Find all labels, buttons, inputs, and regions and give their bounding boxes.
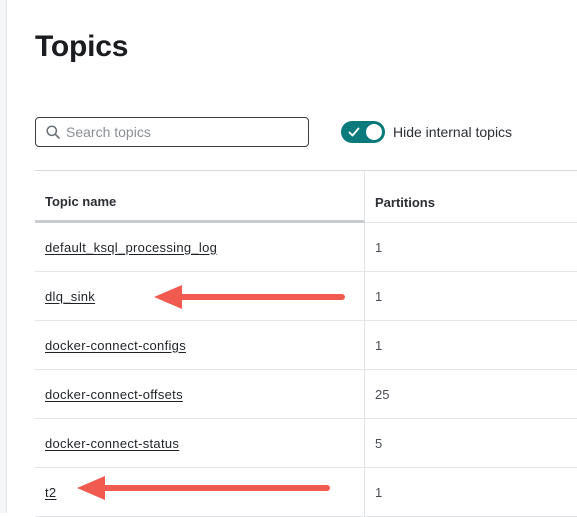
table-row: default_ksql_processing_log 1 (35, 223, 577, 272)
toggle-label: Hide internal topics (393, 124, 513, 140)
topic-link[interactable]: t2 (45, 485, 56, 500)
table-row: docker-connect-offsets 25 (35, 370, 577, 419)
topic-link[interactable]: docker-connect-offsets (45, 387, 183, 402)
search-input[interactable] (66, 124, 286, 140)
partitions-cell: 1 (375, 337, 383, 353)
partitions-cell: 1 (375, 239, 383, 255)
column-header-topic-name[interactable]: Topic name (35, 171, 365, 223)
topic-link[interactable]: docker-connect-configs (45, 338, 186, 353)
topic-link[interactable]: default_ksql_processing_log (45, 240, 217, 255)
partitions-cell: 5 (375, 435, 383, 451)
topics-table: Topic name Partitions default_ksql_proce… (35, 170, 577, 517)
search-box[interactable] (35, 117, 309, 147)
table-row: docker-connect-configs 1 (35, 321, 577, 370)
hide-internal-topics-toggle[interactable] (341, 121, 385, 143)
toggle-knob (366, 124, 382, 140)
partitions-cell: 25 (375, 386, 390, 402)
partitions-cell: 1 (375, 288, 383, 304)
topic-link[interactable]: docker-connect-status (45, 436, 179, 451)
table-header: Topic name Partitions (35, 170, 577, 223)
check-icon (348, 127, 360, 137)
partitions-cell: 1 (375, 484, 383, 500)
topic-link[interactable]: dlq_sink (45, 289, 95, 304)
left-rail (0, 0, 7, 513)
hide-internal-topics-toggle-group[interactable]: Hide internal topics (341, 121, 512, 143)
table-row: t2 1 (35, 468, 577, 517)
table-row: dlq_sink 1 (35, 272, 577, 321)
table-row: docker-connect-status 5 (35, 419, 577, 468)
search-icon (46, 125, 60, 139)
column-header-partitions[interactable]: Partitions (365, 171, 577, 223)
page-title: Topics (35, 30, 129, 63)
